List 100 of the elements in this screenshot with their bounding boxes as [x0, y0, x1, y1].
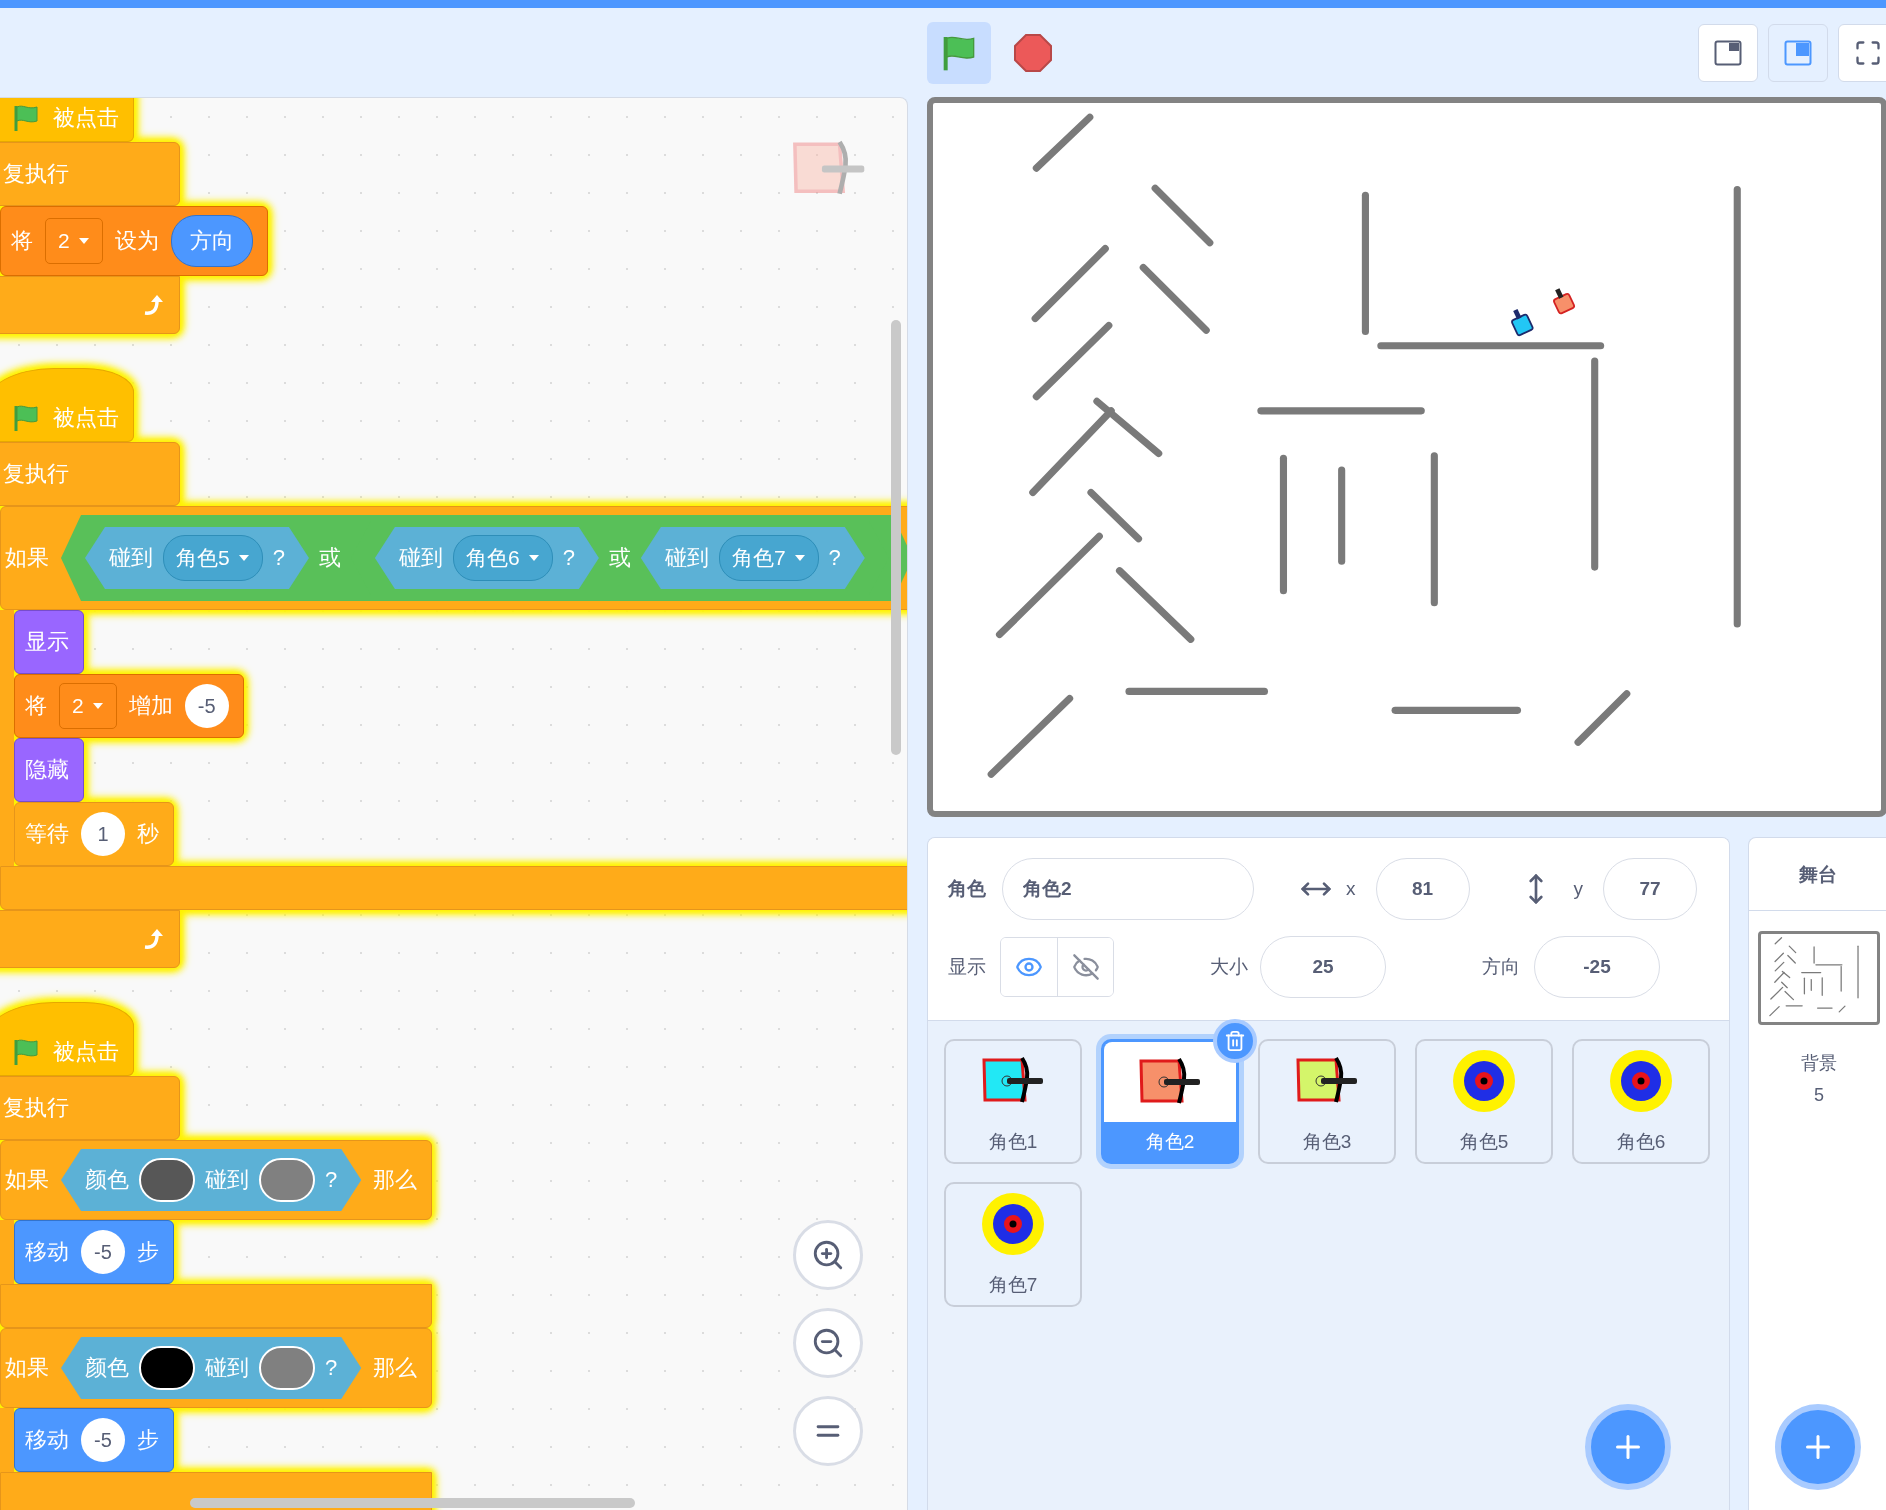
- tank-sprite[interactable]: [1510, 308, 1535, 337]
- block-label: 步: [137, 1426, 159, 1454]
- c-block-arm: [0, 1220, 14, 1284]
- sprite-tile[interactable]: 角色3: [1258, 1039, 1396, 1164]
- stage-layout-button[interactable]: [1838, 23, 1886, 82]
- block-label: 颜色: [85, 1354, 129, 1382]
- caret-icon: [237, 554, 250, 562]
- show-label: 显示: [948, 955, 986, 979]
- y-field[interactable]: 77: [1603, 858, 1697, 920]
- sprite-name-field[interactable]: 角色2: [1002, 858, 1254, 920]
- target-icon: [1452, 1049, 1516, 1113]
- block-label: ?: [562, 545, 575, 571]
- sprite-tile[interactable]: 角色1: [944, 1039, 1082, 1164]
- flag-clicked-hat-block[interactable]: 被点击: [0, 1002, 134, 1076]
- sprite-tile[interactable]: 角色7: [944, 1182, 1082, 1307]
- size-field[interactable]: 25: [1260, 936, 1386, 998]
- color-swatch[interactable]: [139, 1158, 195, 1202]
- color-swatch[interactable]: [259, 1346, 315, 1390]
- touching-condition[interactable]: 碰到 角色5 ?: [85, 527, 309, 589]
- zoom-out-icon: [811, 1326, 845, 1360]
- caret-icon: [793, 554, 806, 562]
- sprite-tile[interactable]: 角色6: [1572, 1039, 1710, 1164]
- variable-block[interactable]: 将 2 设为 方向: [0, 206, 268, 276]
- move-block[interactable]: 移动 -5 步: [14, 1220, 174, 1284]
- sprite-menu[interactable]: 角色6: [452, 535, 553, 581]
- block-label: 碰到: [109, 544, 153, 572]
- block-label: 碰到: [205, 1166, 249, 1194]
- or-operator[interactable]: 碰到 角色5 ? 或 碰到 角色6 ? 或 碰到 角色7 ?: [61, 515, 907, 601]
- x-field[interactable]: 81: [1375, 858, 1470, 920]
- vertical-scrollbar[interactable]: [891, 320, 901, 755]
- sprite-tile[interactable]: 角色5: [1415, 1039, 1553, 1164]
- delete-button[interactable]: [1213, 1019, 1257, 1063]
- stage-thumbnail[interactable]: [1758, 931, 1880, 1025]
- sprite-menu[interactable]: 角色7: [718, 535, 819, 581]
- stop-icon: [1013, 32, 1053, 73]
- zoom-in-icon: [811, 1238, 845, 1272]
- fullscreen-icon: [1854, 38, 1882, 67]
- horizontal-scrollbar[interactable]: [190, 1498, 635, 1508]
- size-label: 大小: [1210, 955, 1248, 979]
- forever-block[interactable]: 复执行: [0, 442, 180, 506]
- touching-condition[interactable]: 颜色 碰到 ?: [61, 1149, 362, 1211]
- block-label: 那么: [373, 1354, 418, 1382]
- eye-slash-icon: [1071, 953, 1100, 981]
- block-label: 复执行: [3, 160, 69, 188]
- looks-block[interactable]: 隐藏: [14, 738, 84, 802]
- touching-condition[interactable]: 碰到 角色6 ?: [374, 527, 599, 589]
- flag-clicked-hat-block[interactable]: 被点击: [0, 368, 134, 442]
- forever-block[interactable]: 复执行: [0, 1076, 180, 1140]
- color-swatch[interactable]: [139, 1346, 195, 1390]
- variable-dropdown[interactable]: 2: [59, 683, 117, 729]
- direction-field[interactable]: -25: [1534, 936, 1660, 998]
- c-block-arm: [0, 1408, 14, 1472]
- stage[interactable]: [927, 97, 1886, 817]
- code-area[interactable]: 被点击 复执行 将 2 设为 方向 被点击 复执行 如果 碰到 角色5 ? 或 碰到 角色6 ? 或 碰到 角色7 ? 显示 将 2 增加 -5 隐藏 等待 1 秒 被点击 复执行 如果 颜色 碰到 ? 那么 移动 -5 步 如果 颜色 碰到 ? 那么 移动 -5 步: [0, 97, 908, 1510]
- flag-clicked-hat-block[interactable]: 被点击: [0, 98, 134, 142]
- block-label: 碰到: [398, 544, 443, 572]
- direction-reporter[interactable]: 方向: [170, 215, 253, 267]
- stage-layout-button[interactable]: [1698, 23, 1758, 82]
- if-block[interactable]: 如果 碰到 角色5 ? 或 碰到 角色6 ? 或 碰到 角色7 ?: [0, 506, 907, 610]
- block-label: 显示: [25, 628, 69, 656]
- sprite-menu[interactable]: 角色5: [163, 535, 263, 581]
- block-label: 增加: [128, 692, 173, 720]
- block-label: 碰到: [664, 544, 709, 572]
- small-stage-icon: [1714, 39, 1742, 66]
- touching-condition[interactable]: 颜色 碰到 ?: [61, 1337, 362, 1399]
- block-label: 将: [25, 692, 47, 720]
- wait-block[interactable]: 等待 1 秒: [14, 802, 174, 866]
- run-button[interactable]: [927, 21, 991, 84]
- block-label: 或: [608, 544, 631, 572]
- block-label: 被点击: [53, 104, 119, 132]
- number-input[interactable]: -5: [81, 1230, 125, 1274]
- hide-button[interactable]: [1057, 938, 1113, 996]
- number-input[interactable]: -5: [81, 1418, 125, 1462]
- target-icon: [1609, 1049, 1673, 1113]
- variable-dropdown[interactable]: 2: [45, 218, 103, 264]
- block-label: 或: [318, 544, 341, 572]
- touching-condition[interactable]: 碰到 角色7 ?: [640, 527, 865, 589]
- block-label: ?: [272, 545, 285, 571]
- if-block[interactable]: 如果 颜色 碰到 ? 那么: [0, 1140, 433, 1220]
- block-label: 将: [11, 227, 33, 255]
- move-block[interactable]: 移动 -5 步: [14, 1408, 174, 1472]
- block-label: ?: [325, 1167, 338, 1193]
- forever-block[interactable]: 复执行: [0, 142, 180, 206]
- caret-icon: [527, 554, 540, 562]
- looks-block[interactable]: 显示: [14, 610, 84, 674]
- color-swatch[interactable]: [259, 1158, 315, 1202]
- tank-sprite[interactable]: [1552, 288, 1576, 315]
- caret-icon: [91, 702, 104, 710]
- if-block[interactable]: 如果 颜色 碰到 ? 那么: [0, 1328, 433, 1408]
- variable-block[interactable]: 将 2 增加 -5: [14, 674, 244, 738]
- sprite-tile[interactable]: 角色2: [1101, 1039, 1239, 1164]
- target-icon: [981, 1192, 1045, 1256]
- block-label: 复执行: [3, 1094, 69, 1122]
- block-label: ?: [828, 545, 841, 571]
- number-input[interactable]: -5: [184, 684, 229, 728]
- block-label: 复执行: [3, 460, 69, 488]
- block-label: 移动: [25, 1238, 69, 1266]
- x-label: x: [1346, 878, 1356, 900]
- caret-icon: [77, 237, 90, 245]
- number-input[interactable]: 1: [81, 812, 125, 856]
